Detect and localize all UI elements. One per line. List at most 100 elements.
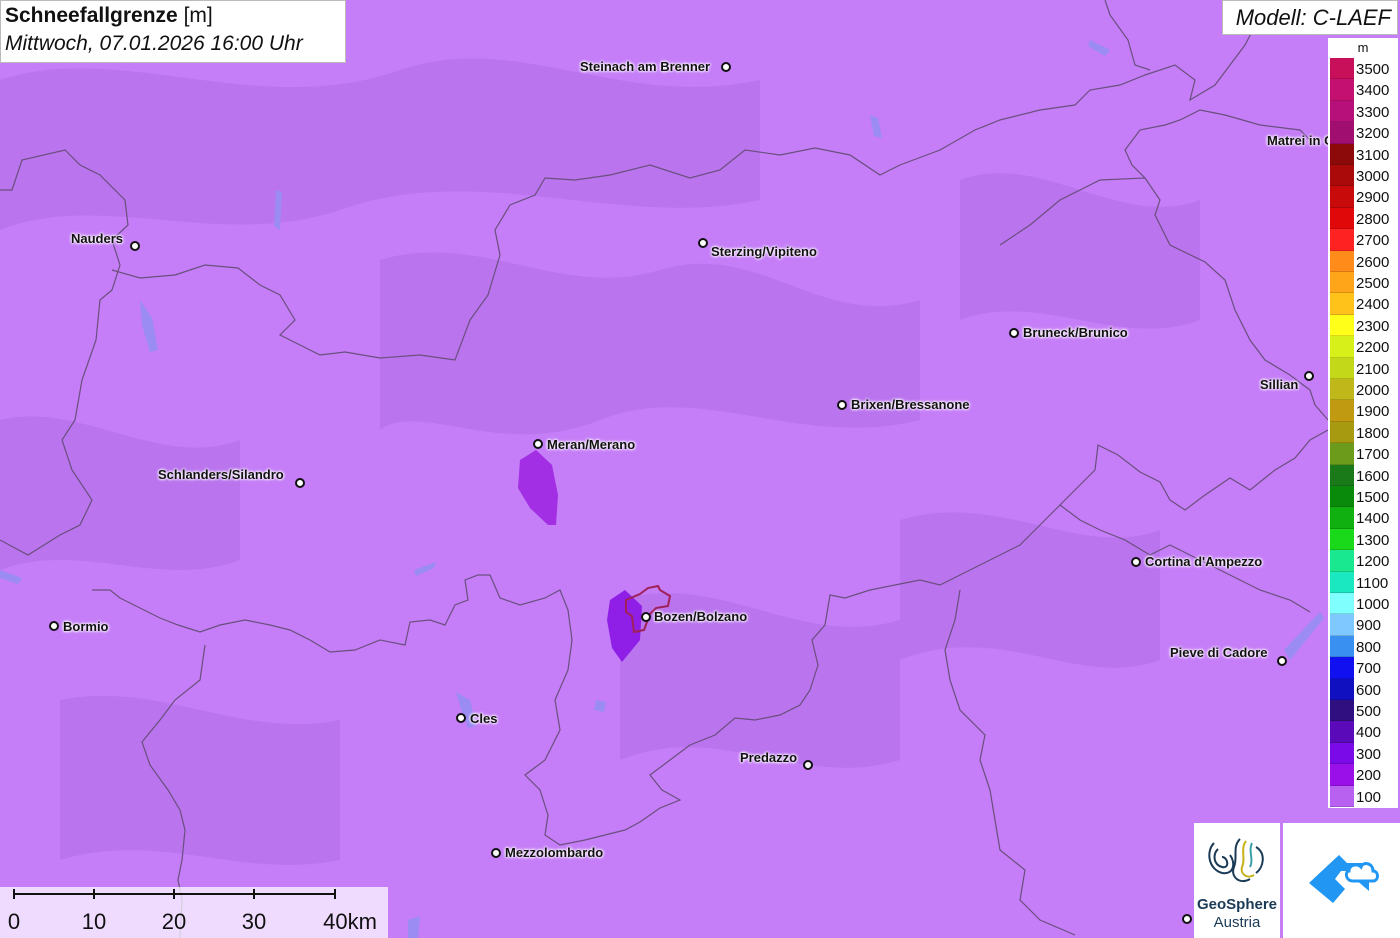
geosphere-logo[interactable]: GeoSphere Austria [1194, 823, 1280, 938]
geosphere-mark-icon [1208, 838, 1264, 883]
legend-label: 1900 [1356, 403, 1390, 421]
legend-row: 300 [1329, 742, 1398, 765]
legend-label: 500 [1356, 703, 1382, 720]
city-label-predazzo: Predazzo [740, 750, 798, 765]
legend-swatch [1330, 571, 1354, 593]
city-dot-unnamed [1182, 914, 1192, 924]
city-dot-nauders [130, 241, 140, 251]
legend-row: 1100 [1329, 571, 1398, 593]
map-title-box: Schneefallgrenze [m] Mittwoch, 07.01.202… [0, 0, 346, 63]
legend-row: 2300 [1329, 314, 1398, 337]
legend-swatch [1330, 186, 1354, 208]
legend-label: 1100 [1356, 574, 1389, 592]
city-dot-brixen [837, 400, 847, 410]
legend-swatch [1330, 357, 1354, 379]
weather-app-icon [1309, 855, 1379, 903]
legend-label: 1600 [1356, 467, 1390, 485]
legend-row: 3500 [1329, 58, 1398, 80]
scale-label-30: 30 [241, 909, 267, 934]
legend-label: 200 [1356, 767, 1382, 785]
legend-row: 2100 [1329, 357, 1398, 379]
legend-row: 1000 [1329, 593, 1398, 615]
legend-row: 2600 [1329, 250, 1398, 272]
legend-row: 700 [1329, 657, 1398, 679]
legend-row: 3000 [1329, 165, 1398, 187]
legend-swatch [1330, 207, 1354, 230]
geosphere-country: Austria [1213, 914, 1261, 931]
legend-swatch [1330, 421, 1354, 444]
legend-swatch [1330, 464, 1354, 486]
legend-unit: m [1357, 40, 1369, 55]
scale-label-40km: 40km [323, 909, 377, 934]
legend-label: 1200 [1356, 553, 1390, 571]
legend-label: 3000 [1356, 168, 1390, 185]
legend-row: 2400 [1329, 293, 1398, 315]
city-label-pieve: Pieve di Cadore [1170, 645, 1268, 660]
legend-row: 2800 [1329, 207, 1398, 230]
legend-row: 1200 [1329, 550, 1398, 572]
legend-label: 3400 [1356, 82, 1390, 100]
city-dot-bormio [49, 621, 59, 631]
city-label-bozen: Bozen/Bolzano [654, 609, 748, 624]
legend-label: 800 [1356, 638, 1382, 656]
legend-row: 800 [1329, 635, 1398, 658]
legend-label: 900 [1356, 617, 1382, 635]
scale-label-20: 20 [161, 909, 187, 934]
city-label-bruneck: Bruneck/Brunico [1023, 325, 1128, 340]
city-label-cles: Cles [470, 711, 498, 726]
legend-swatch [1330, 250, 1354, 272]
legend-swatch [1330, 79, 1354, 101]
legend-label: 700 [1356, 660, 1382, 678]
weather-app-logo[interactable] [1283, 823, 1400, 938]
legend-label: 2700 [1356, 232, 1390, 250]
legend-swatch [1330, 229, 1354, 251]
geosphere-name: GeoSphere [1196, 896, 1278, 913]
legend-row: 1600 [1329, 464, 1398, 486]
legend-label: 3300 [1356, 103, 1390, 121]
legend-row: 1800 [1329, 421, 1398, 444]
scale-label-10: 10 [81, 909, 107, 934]
legend-swatch [1330, 742, 1354, 765]
legend-row: 1400 [1329, 507, 1398, 529]
map-title-text: Schneefallgrenze [5, 4, 178, 27]
legend-swatch [1330, 122, 1354, 144]
legend-label: 3100 [1356, 146, 1390, 164]
legend-row: 2500 [1329, 272, 1398, 294]
city-label-meran: Meran/Merano [547, 437, 636, 452]
city-dot-cles [456, 713, 466, 723]
legend-row: 3100 [1329, 143, 1398, 165]
legend-row: 1300 [1329, 528, 1398, 551]
city-dot-predazzo [803, 760, 813, 770]
map-title-unit: [m] [183, 4, 213, 27]
city-label-schlanders: Schlanders/Silandro [158, 467, 284, 482]
legend-label: 1800 [1356, 424, 1390, 442]
legend-swatch [1330, 657, 1354, 679]
legend-row: 3200 [1329, 122, 1398, 144]
legend-swatch [1330, 272, 1354, 294]
city-label-brixen: Brixen/Bressanone [851, 397, 970, 412]
legend-label: 2900 [1356, 189, 1390, 207]
legend-swatch [1330, 100, 1354, 123]
legend-label: 600 [1356, 681, 1382, 699]
legend-label: 400 [1356, 724, 1382, 742]
legend-swatch [1330, 635, 1354, 658]
legend-row: 2200 [1329, 336, 1398, 358]
legend-label: 2600 [1356, 253, 1390, 271]
legend-row: 3300 [1329, 100, 1398, 123]
legend-swatch [1330, 550, 1354, 572]
legend-row: 600 [1329, 678, 1398, 700]
color-legend: m 3500 3400 3300 3200 3100 3000 2900 2800 2700 26… [1328, 38, 1398, 808]
forecast-datetime: Mittwoch, 07.01.2026 16:00 Uhr [5, 32, 303, 55]
city-dot-sillian [1304, 371, 1314, 381]
legend-label: 300 [1356, 745, 1382, 763]
legend-swatch [1330, 614, 1354, 636]
legend-swatch [1330, 165, 1354, 187]
city-dot-bozen [641, 612, 651, 622]
legend-swatch [1330, 443, 1354, 465]
legend-label: 2000 [1356, 382, 1390, 399]
legend-label: 2500 [1356, 275, 1390, 292]
city-label-sillian: Sillian [1260, 377, 1299, 392]
legend-label: 1000 [1356, 596, 1390, 613]
legend-row: 400 [1329, 721, 1398, 743]
city-dot-schlanders [295, 478, 305, 488]
